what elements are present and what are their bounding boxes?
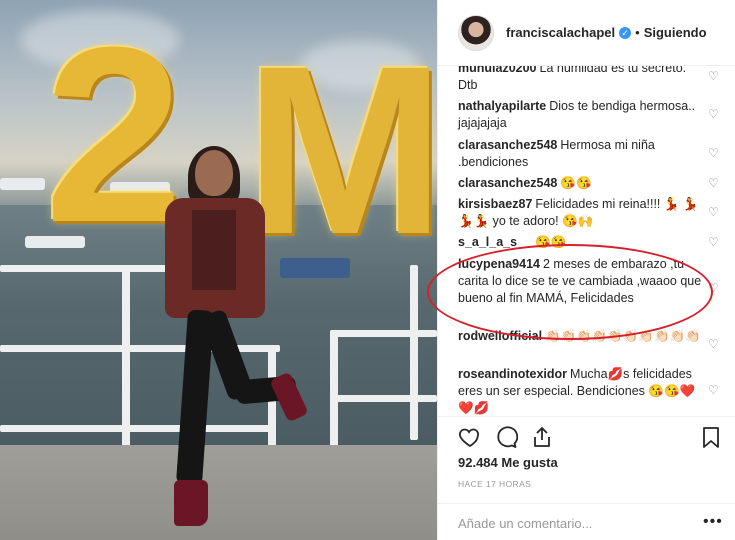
comments-list[interactable]: munulaz0200 La humildad es tu secreto. Dt… [438,66,735,416]
add-comment-bar: ••• [438,503,735,540]
more-icon[interactable]: ••• [703,513,723,531]
annotation-ellipse [427,244,713,340]
bookmark-icon[interactable] [699,425,723,449]
comment-user[interactable]: s_a_l_a_s [458,235,517,249]
heart-icon[interactable]: ♡ [708,384,720,396]
list-item: kirsisbaez87 Felicidades mi reina!!!! 💃 💃… [458,196,703,230]
heart-icon[interactable]: ♡ [708,177,720,189]
post-actions: 92.484 Me gusta HACE 17 HORAS ••• [438,416,735,540]
list-item: clarasanchez548 😘😘 [458,175,703,192]
boat [0,178,45,190]
heart-icon[interactable]: ♡ [708,338,720,350]
likes-count[interactable]: 92.484 Me gusta [458,455,558,470]
comment-user[interactable]: clarasanchez548 [458,176,557,190]
comment-user[interactable]: clarasanchez548 [458,138,557,152]
comment-user[interactable]: nathalyapilarte [458,99,546,113]
username-link[interactable]: franciscalachapel [506,25,615,40]
comment-icon[interactable] [494,425,518,449]
comment-input[interactable] [458,514,688,532]
heart-icon[interactable]: ♡ [708,206,720,218]
list-item: roseandinotexidor Mucha💋s felicidades ere… [458,366,703,416]
boot [174,480,208,526]
follow-button[interactable]: Siguiendo [644,25,707,40]
share-icon[interactable] [530,425,554,449]
heart-icon[interactable]: ♡ [708,108,720,120]
list-item: nathalyapilarte Dios te bendiga hermosa..… [458,98,703,132]
post-photo[interactable]: 2 M [0,0,437,540]
comment-user[interactable]: kirsisbaez87 [458,197,532,211]
heart-icon[interactable]: ♡ [708,147,720,159]
heart-icon[interactable]: ♡ [708,236,720,248]
comment-user[interactable]: munulaz0200 [458,66,537,75]
face [195,150,233,196]
railing [330,395,437,402]
separator: • [635,25,640,40]
list-item: clarasanchez548 Hermosa mi niña .bendicio… [458,137,703,171]
heart-icon[interactable]: ♡ [708,70,720,82]
railing [330,330,437,337]
post-timestamp[interactable]: HACE 17 HORAS [458,479,531,489]
list-item: munulaz0200 La humildad es tu secreto. Dt… [458,66,703,94]
railing-post [330,330,338,455]
avatar[interactable] [458,14,494,51]
heart-icon[interactable] [458,425,482,449]
comment-text: 😘😘 [560,176,592,190]
railing-post [410,265,418,440]
top [192,210,236,290]
post-header: franciscalachapel ✓ • Siguiendo [438,0,735,66]
person-figure [130,146,309,530]
comment-user[interactable]: roseandinotexidor [458,367,567,381]
verified-icon: ✓ [619,26,632,39]
